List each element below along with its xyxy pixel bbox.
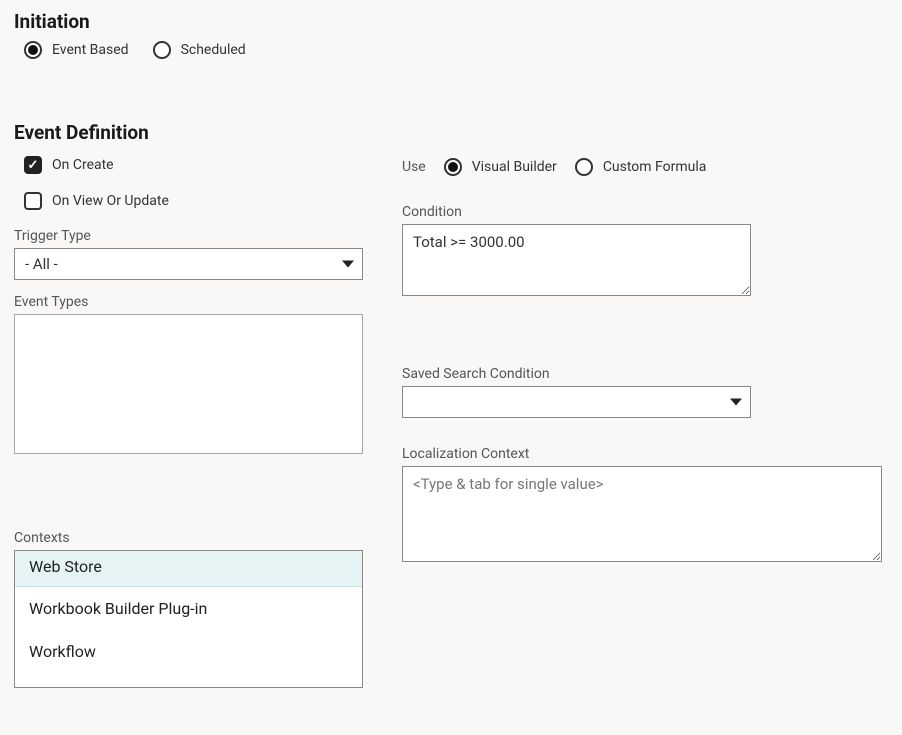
chevron-down-icon <box>342 261 354 268</box>
trigger-type-select[interactable]: - All - <box>14 248 363 280</box>
list-item[interactable]: Web Store <box>15 551 362 587</box>
radio-label: Scheduled <box>181 42 246 58</box>
contexts-label: Contexts <box>14 530 374 546</box>
localization-context-textarea[interactable] <box>402 466 882 562</box>
radio-icon <box>24 41 42 59</box>
chevron-down-icon <box>730 399 742 406</box>
list-item[interactable]: Workflow <box>15 630 362 673</box>
radio-label: Event Based <box>52 42 129 58</box>
radio-event-based[interactable]: Event Based <box>24 41 129 59</box>
condition-label: Condition <box>402 204 888 220</box>
checkbox-on-view-or-update[interactable]: ✓ On View Or Update <box>24 192 374 210</box>
trigger-type-label: Trigger Type <box>14 228 374 244</box>
saved-search-condition-label: Saved Search Condition <box>402 366 888 382</box>
checkbox-label: On Create <box>52 157 114 173</box>
radio-scheduled[interactable]: Scheduled <box>153 41 246 59</box>
radio-icon <box>153 41 171 59</box>
event-types-label: Event Types <box>14 294 374 310</box>
event-definition-title: Event Definition <box>14 121 888 144</box>
checkbox-icon: ✓ <box>24 156 42 174</box>
initiation-title: Initiation <box>14 10 888 33</box>
use-label: Use <box>402 159 426 175</box>
contexts-listbox[interactable]: Web Store Workbook Builder Plug-in Workf… <box>14 550 363 688</box>
checkbox-on-create[interactable]: ✓ On Create <box>24 156 374 174</box>
list-item[interactable]: Workbook Builder Plug-in <box>15 587 362 630</box>
radio-visual-builder[interactable]: Visual Builder <box>444 158 557 176</box>
checkbox-icon: ✓ <box>24 192 42 210</box>
radio-label: Custom Formula <box>603 159 707 175</box>
saved-search-condition-select[interactable] <box>402 386 751 418</box>
radio-custom-formula[interactable]: Custom Formula <box>575 158 707 176</box>
radio-icon <box>575 158 593 176</box>
localization-context-label: Localization Context <box>402 446 888 462</box>
select-value: - All - <box>25 255 58 273</box>
event-types-listbox[interactable] <box>14 314 363 454</box>
condition-textarea[interactable] <box>402 224 751 296</box>
checkbox-label: On View Or Update <box>52 193 169 209</box>
radio-icon <box>444 158 462 176</box>
radio-label: Visual Builder <box>472 159 557 175</box>
